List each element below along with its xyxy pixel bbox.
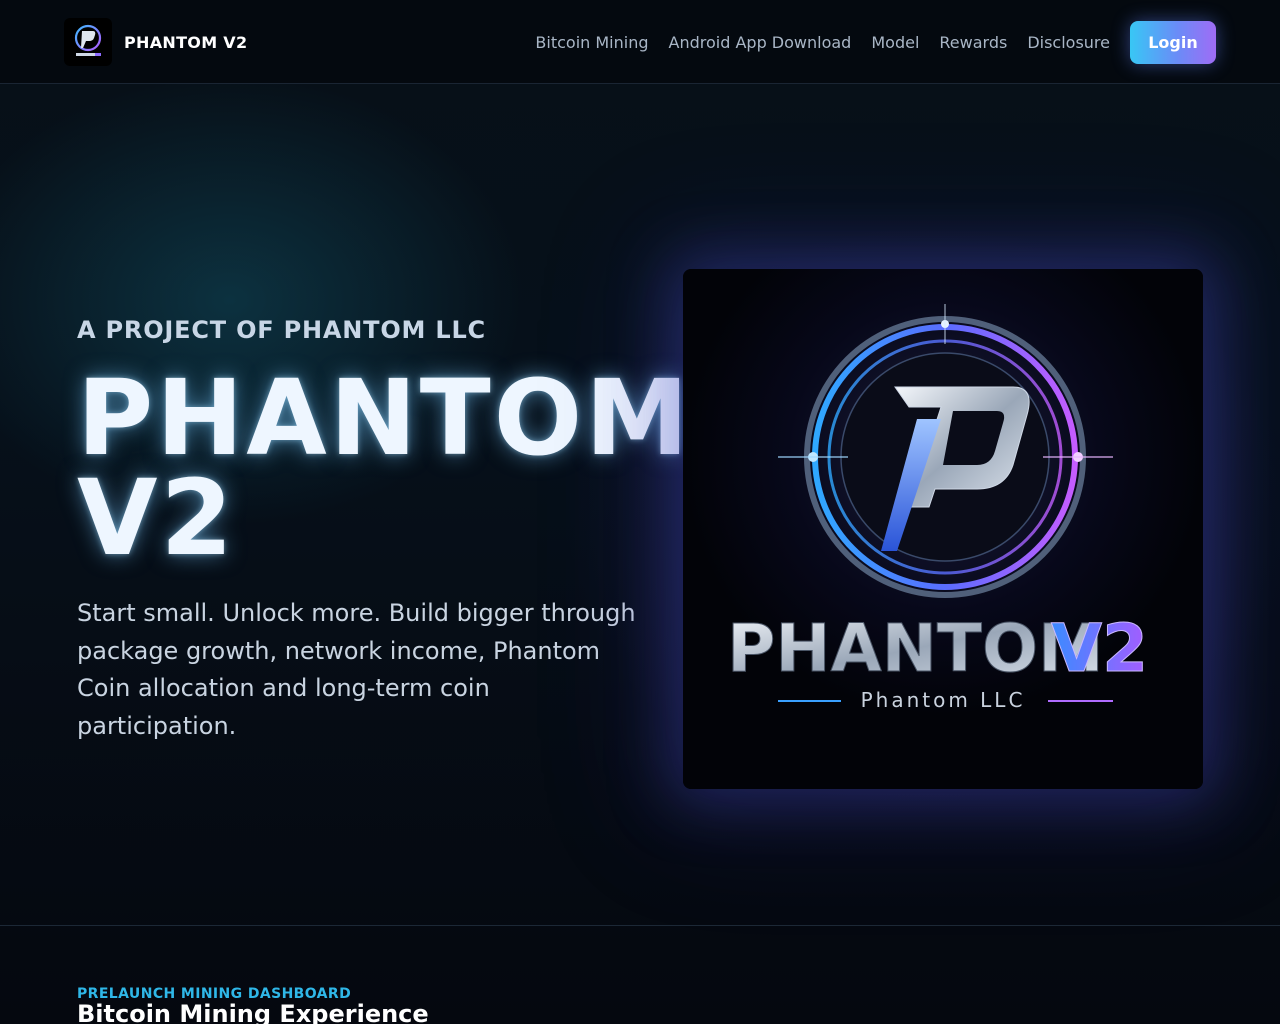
section-title: Bitcoin Mining Experience xyxy=(77,1000,429,1024)
nav-bitcoin-mining[interactable]: Bitcoin Mining xyxy=(535,33,648,52)
hero-title: PHANTOM V2 xyxy=(77,357,697,579)
nav-model[interactable]: Model xyxy=(871,33,919,52)
brand-name: PHANTOM V2 xyxy=(124,32,248,52)
hero-logo-image: PHANTOM V2 Phantom LLC xyxy=(683,269,1203,789)
image-wordmark-main: PHANTOM xyxy=(727,610,1104,687)
nav-disclosure[interactable]: Disclosure xyxy=(1027,33,1110,52)
brand[interactable]: PHANTOM V2 xyxy=(64,18,247,66)
site-header: PHANTOM V2 Bitcoin Mining Android App Do… xyxy=(0,0,1280,84)
page: PHANTOM V2 Bitcoin Mining Android App Do… xyxy=(0,0,1280,1024)
nav-android-app-download[interactable]: Android App Download xyxy=(669,33,852,52)
hero-title-line-1: PHANTOM xyxy=(77,357,692,479)
phantom-p-logo-icon xyxy=(64,18,112,66)
hero-description: Start small. Unlock more. Build bigger t… xyxy=(77,599,636,740)
section-divider xyxy=(0,925,1280,926)
login-button[interactable]: Login xyxy=(1130,21,1216,64)
image-wordmark-accent: V2 xyxy=(1051,610,1148,687)
phantom-emblem-icon: PHANTOM V2 Phantom LLC xyxy=(683,269,1203,789)
image-wordmark-sub: Phantom LLC xyxy=(861,688,1026,712)
main-nav: Bitcoin Mining Android App Download Mode… xyxy=(535,21,1216,64)
nav-rewards[interactable]: Rewards xyxy=(939,33,1007,52)
hero-eyebrow: A PROJECT OF PHANTOM LLC xyxy=(77,316,486,344)
hero-title-line-2: V2 xyxy=(77,457,236,579)
